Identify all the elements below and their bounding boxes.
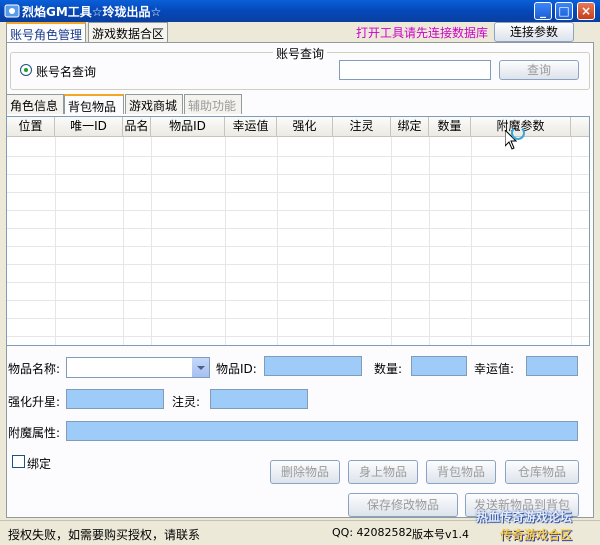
app-icon [4, 4, 20, 18]
col-unique-id[interactable]: 唯一ID [55, 117, 123, 137]
spirit-label: 注灵: [172, 395, 201, 409]
item-id-label: 物品ID: [216, 362, 257, 376]
license-status-text: 授权失败，如需要购买授权，请联系 [8, 528, 201, 542]
warehouse-items-button[interactable]: 仓库物品 [505, 460, 579, 484]
tab-aux-functions[interactable]: 辅助功能 [184, 94, 242, 114]
luck-label: 幸运值: [474, 362, 515, 376]
busy-spinner-icon [511, 126, 525, 140]
maximize-button[interactable]: □ [555, 2, 573, 20]
account-input[interactable] [339, 60, 491, 80]
enchant-field[interactable] [66, 421, 578, 441]
col-position[interactable]: 位置 [7, 117, 55, 137]
minimize-button[interactable]: _ [534, 2, 552, 20]
account-name-radio[interactable] [20, 64, 32, 76]
account-name-radio-label: 账号名查询 [36, 65, 97, 79]
col-enhance[interactable]: 强化 [277, 117, 333, 137]
luck-field[interactable] [526, 356, 578, 376]
db-warning-text: 打开工具请先连接数据库 [356, 26, 489, 40]
qq-contact-text: QQ: 42082582 [332, 526, 413, 539]
item-name-label: 物品名称: [8, 362, 61, 376]
col-spirit[interactable]: 注灵 [333, 117, 391, 137]
col-item-name[interactable]: 品名 [123, 117, 151, 137]
save-changes-button[interactable]: 保存修改物品 [348, 493, 458, 517]
quantity-label: 数量: [374, 362, 403, 376]
col-luck[interactable]: 幸运值 [225, 117, 277, 137]
enchant-label: 附魔属性: [8, 426, 61, 440]
tab-game-data-merge[interactable]: 游戏数据合区 [88, 22, 168, 42]
col-bind[interactable]: 绑定 [391, 117, 429, 137]
chevron-down-icon[interactable] [192, 358, 209, 377]
title-bar: 烈焰GM工具☆玲珑出品☆ _ □ × [0, 0, 600, 22]
account-query-title: 账号查询 [273, 45, 328, 62]
watermark-line1: 热血传奇游戏论坛 [476, 510, 573, 524]
bind-checkbox-label: 绑定 [27, 457, 52, 471]
quantity-field[interactable] [411, 356, 467, 376]
delete-item-button[interactable]: 删除物品 [270, 460, 340, 484]
query-button[interactable]: 查询 [499, 60, 579, 80]
bind-checkbox[interactable] [12, 455, 25, 468]
grid-header: 位置 唯一ID 品名 物品ID 幸运值 强化 注灵 绑定 数量 附魔参数 [7, 117, 589, 137]
enhance-field[interactable] [66, 389, 164, 409]
tab-bag-items[interactable]: 背包物品 [64, 94, 124, 114]
tab-account-role[interactable]: 账号角色管理 [6, 22, 86, 42]
col-item-id[interactable]: 物品ID [151, 117, 225, 137]
version-text: 版本号v1.4 [412, 528, 470, 541]
close-button[interactable]: × [577, 2, 595, 20]
equipped-items-button[interactable]: 身上物品 [348, 460, 418, 484]
item-name-combo[interactable] [66, 357, 210, 378]
items-grid[interactable]: 位置 唯一ID 品名 物品ID 幸运值 强化 注灵 绑定 数量 附魔参数 [6, 116, 590, 346]
item-id-field[interactable] [264, 356, 362, 376]
col-quantity[interactable]: 数量 [429, 117, 471, 137]
bag-items-button[interactable]: 背包物品 [426, 460, 496, 484]
spirit-field[interactable] [210, 389, 308, 409]
connect-params-button[interactable]: 连接参数 [494, 22, 574, 42]
watermark-line2: 传奇游戏合区 [500, 528, 573, 542]
tab-game-shop[interactable]: 游戏商城 [125, 94, 183, 114]
tab-role-info[interactable]: 角色信息 [6, 94, 64, 114]
window-title: 烈焰GM工具☆玲珑出品☆ [22, 5, 162, 19]
enhance-label: 强化升星: [8, 395, 61, 409]
